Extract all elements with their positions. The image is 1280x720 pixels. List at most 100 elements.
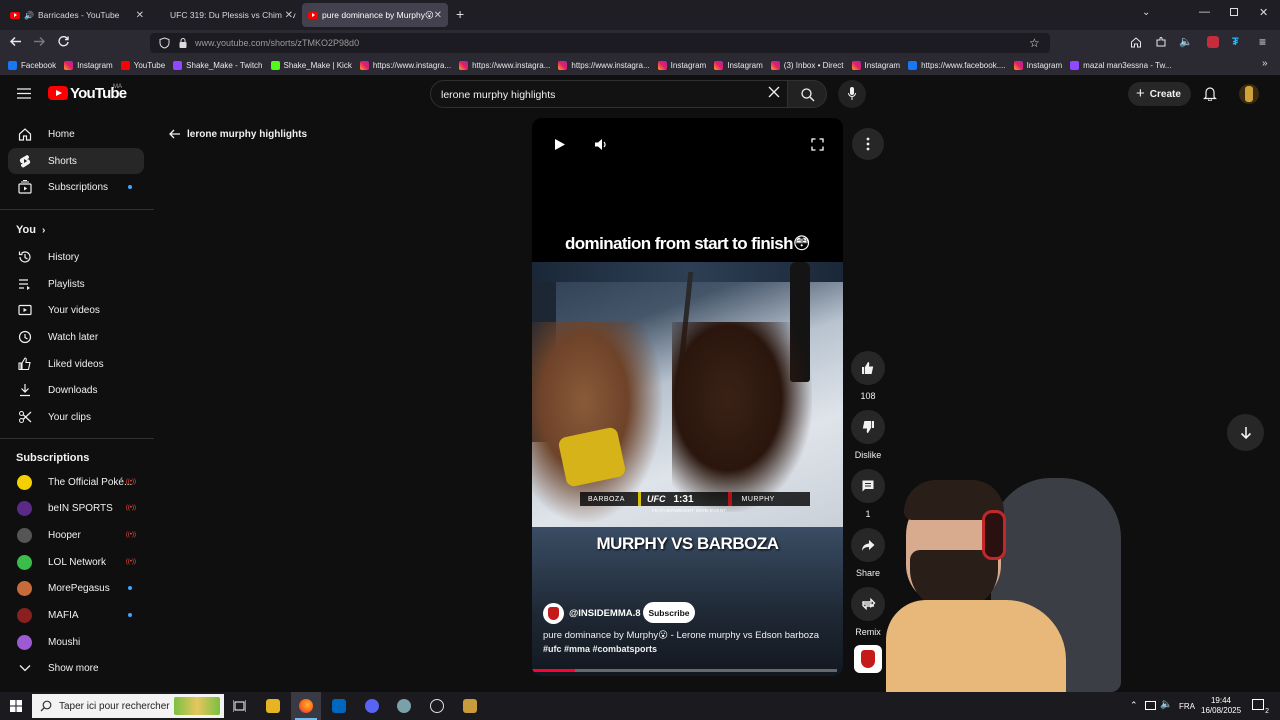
bookmark-item[interactable]: Shake_Make | Kick [270,61,352,70]
extensions-icon[interactable] [1155,36,1167,48]
back-to-search[interactable]: lerone murphy highlights [168,128,307,140]
more-bookmarks-icon[interactable]: » [1262,58,1268,69]
discord-icon[interactable] [365,699,379,713]
task-view-icon[interactable] [233,700,246,712]
sidebar-item-home[interactable]: Home [8,121,144,147]
sidebar-item-your-videos[interactable]: Your videos [8,297,144,323]
forward-icon[interactable] [33,35,46,48]
subscribe-button[interactable]: Subscribe [643,602,695,623]
firefox-taskbar-active[interactable] [291,692,321,720]
minimize-icon[interactable]: — [1199,6,1210,18]
bookmark-item[interactable]: Instagram [714,61,763,70]
share-button[interactable]: Share [851,528,885,578]
search-button[interactable] [787,80,827,108]
sidebar-sub-mafia[interactable]: MAFIA [8,602,144,628]
bookmark-item[interactable]: https://www.instagra... [359,61,451,70]
dislike-button[interactable]: Dislike [851,410,885,460]
sidebar-item-downloads[interactable]: Downloads [8,377,144,403]
bookmark-item[interactable]: https://www.instagra... [558,61,650,70]
back-icon[interactable] [9,35,22,48]
list-tabs-chevron-icon[interactable]: ⌄ [1142,7,1150,18]
store-icon[interactable] [332,699,346,713]
sidebar-item-subscriptions[interactable]: Subscriptions [8,174,144,200]
bookmark-item[interactable]: https://www.facebook.... [908,61,1006,70]
comments-button[interactable]: 1 [851,469,885,519]
video-title[interactable]: pure dominance by Murphy😮 - Lerone murph… [543,630,833,641]
close-window-icon[interactable]: ✕ [1259,6,1268,19]
channel-avatar[interactable] [543,603,564,624]
next-short-button[interactable] [1227,414,1264,451]
sidebar-item-shorts[interactable]: Shorts [8,148,144,174]
sound-source-thumbnail[interactable] [854,645,882,673]
sidebar-item-your-clips[interactable]: Your clips [8,404,144,430]
url-text[interactable]: www.youtube.com/shorts/zTMKO2P98d0 [195,38,359,48]
bookmark-item[interactable]: (3) Inbox • Direct [770,61,844,70]
shorts-video-player[interactable]: BARBOZA UFC 1:31 MURPHY FEATHERWEIGHT MA… [532,118,843,676]
video-hashtags[interactable]: #ufc #mma #combatsports [543,644,657,654]
sidebar-item-watch-later[interactable]: Watch later [8,324,144,350]
tab-pure-dominance[interactable]: pure dominance by Murphy😮 ✕ [302,3,448,27]
audio-icon[interactable]: 🔈 [1179,35,1193,48]
remix-button[interactable]: Remix [851,587,885,637]
sidebar-sub-pokemon[interactable]: The Official Poké... ((•)) [8,469,144,495]
sidebar-sub-bein-sports[interactable]: beIN SPORTS ((•)) [8,495,144,521]
sidebar-sub-moushi[interactable]: Moushi [8,629,144,655]
bookmark-item[interactable]: https://www.instagra... [459,61,550,70]
progress-track[interactable] [532,669,837,672]
bookmark-item[interactable]: YouTube [120,61,165,70]
new-tab-icon[interactable]: + [456,6,464,22]
bookmark-item[interactable]: Shake_Make - Twitch [173,61,263,70]
bookmark-item[interactable]: Instagram [657,61,706,70]
shield-icon[interactable] [159,37,170,49]
fullscreen-icon[interactable] [811,138,824,151]
adblock-extension-icon[interactable] [1207,36,1219,48]
menu-icon[interactable]: ≡ [1259,35,1266,49]
close-tab-icon[interactable]: ✕ [281,9,293,21]
file-explorer-icon[interactable] [266,699,280,713]
hamburger-menu-icon[interactable] [17,88,31,99]
steam-icon[interactable] [430,699,444,713]
app-icon[interactable] [397,699,411,713]
volume-icon[interactable] [594,138,608,151]
taskbar-search-input[interactable]: Taper ici pour rechercher [32,694,224,718]
network-icon[interactable] [1145,701,1156,710]
bookmark-item[interactable]: Facebook [8,61,56,70]
home-browser-icon[interactable] [1130,36,1142,48]
tray-chevron-up-icon[interactable]: ⌃ [1130,700,1138,711]
bookmark-item[interactable]: Instagram [64,61,113,70]
clear-search-icon[interactable] [767,85,781,99]
league-client-icon[interactable] [463,699,477,713]
bookmark-item[interactable]: Instagram [851,61,900,70]
bookmark-item[interactable]: Instagram [1013,61,1062,70]
channel-name[interactable]: @INSIDEMMA.8 [569,608,641,619]
youtube-logo-icon[interactable] [48,86,68,100]
sidebar-item-history[interactable]: History [8,244,144,270]
like-button[interactable]: 108 [851,351,885,401]
reload-icon[interactable] [57,35,70,48]
clock[interactable]: 19:44 16/08/2025 [1201,696,1241,716]
create-button[interactable]: + Create [1128,82,1191,106]
volume-tray-icon[interactable]: 🔈 [1160,699,1172,710]
close-tab-icon[interactable]: ✕ [136,10,144,21]
notifications-bell-icon[interactable] [1203,86,1217,101]
language-indicator[interactable]: FRA [1179,702,1195,711]
play-icon[interactable] [554,138,566,151]
bookmark-item[interactable]: mazal man3essna - Tw... [1070,61,1172,70]
sidebar-sub-morepegasus[interactable]: MorePegasus [8,575,144,601]
windows-start-icon[interactable] [10,700,22,712]
bookmark-star-icon[interactable]: ☆ [1029,36,1040,50]
tab-barricades[interactable]: 🔊 Barricades - YouTube ✕ [4,3,150,27]
sidebar-sub-lol-network[interactable]: LOL Network ((•)) [8,549,144,575]
restore-icon[interactable] [1230,8,1238,16]
notifications-tray-icon[interactable]: 2 [1252,699,1269,715]
sidebar-sub-hooper[interactable]: Hooper ((•)) [8,522,144,548]
voice-search-button[interactable] [838,80,866,108]
close-tab-icon[interactable]: ✕ [434,10,442,21]
search-input[interactable]: lerone murphy highlights [430,80,788,108]
more-options-button[interactable] [852,128,884,160]
lock-icon[interactable] [178,37,188,49]
sidebar-item-playlists[interactable]: Playlists [8,271,144,297]
avatar[interactable] [1239,84,1259,104]
translate-extension-icon[interactable]: ₮ [1232,36,1239,48]
sidebar-you-header[interactable]: You › [16,224,45,236]
